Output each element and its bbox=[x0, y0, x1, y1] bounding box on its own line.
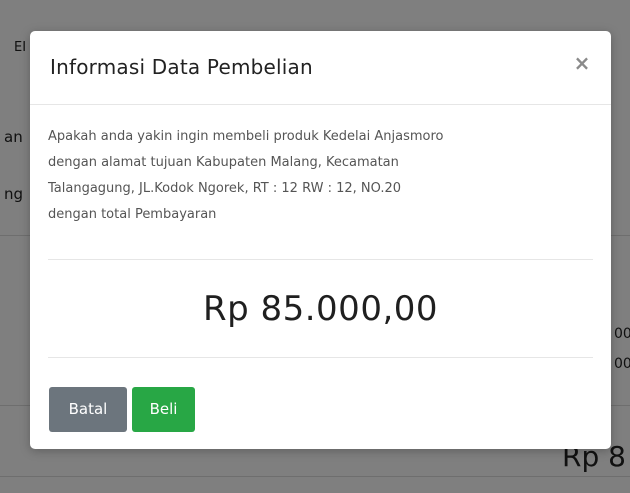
modal-header: Informasi Data Pembelian × bbox=[30, 31, 611, 105]
modal-title: Informasi Data Pembelian bbox=[50, 55, 313, 79]
modal-message: Apakah anda yakin ingin membeli produk K… bbox=[48, 124, 548, 228]
divider-bottom bbox=[48, 357, 593, 358]
message-line-1: Apakah anda yakin ingin membeli produk K… bbox=[48, 129, 444, 144]
message-line-4: dengan total Pembayaran bbox=[48, 207, 217, 222]
message-line-3: Talangagung, JL.Kodok Ngorek, RT : 12 RW… bbox=[48, 181, 401, 196]
purchase-info-modal: Informasi Data Pembelian × Apakah anda y… bbox=[30, 31, 611, 449]
close-icon[interactable]: × bbox=[571, 51, 593, 75]
buy-button[interactable]: Beli bbox=[132, 387, 195, 432]
divider-top bbox=[48, 259, 593, 260]
cancel-button[interactable]: Batal bbox=[49, 387, 127, 432]
total-amount: Rp 85.000,00 bbox=[202, 289, 439, 329]
message-line-2: dengan alamat tujuan Kabupaten Malang, K… bbox=[48, 155, 399, 170]
